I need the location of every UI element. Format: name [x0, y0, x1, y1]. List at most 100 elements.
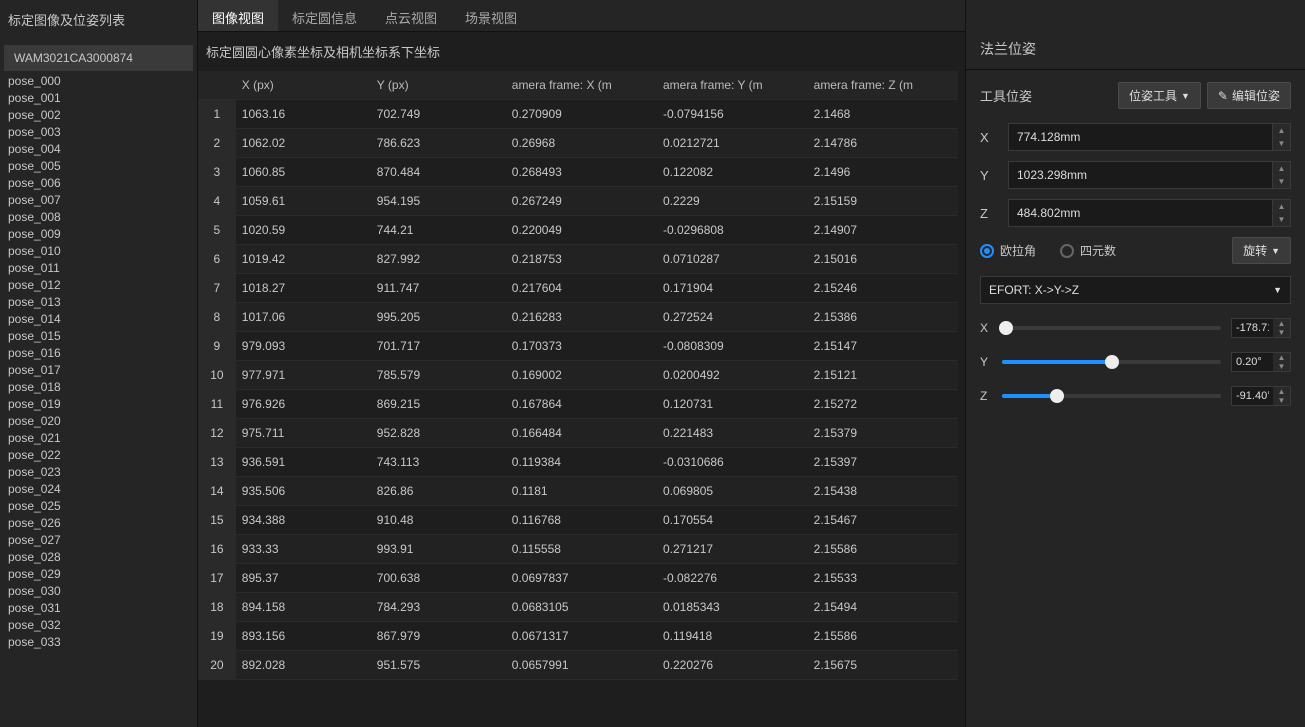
col-header[interactable]: Y (px) [371, 71, 506, 100]
pose-item[interactable]: pose_003 [0, 124, 197, 141]
pose-item[interactable]: pose_032 [0, 617, 197, 634]
col-header[interactable]: amera frame: Y (m [657, 71, 808, 100]
table-row[interactable]: 20892.028951.5750.06579910.2202762.15675 [198, 651, 958, 680]
slider-input-Y[interactable] [1231, 352, 1273, 372]
pose-item[interactable]: pose_012 [0, 277, 197, 294]
table-row[interactable]: 31060.85870.4840.2684930.1220822.1496 [198, 158, 958, 187]
cell: 1020.59 [236, 216, 371, 245]
euler-radio[interactable]: 欧拉角 [980, 242, 1036, 259]
slider-Z[interactable] [1002, 394, 1221, 398]
pose-item[interactable]: pose_027 [0, 532, 197, 549]
table-row[interactable]: 17895.37700.6380.0697837-0.0822762.15533 [198, 564, 958, 593]
tab-3[interactable]: 场景视图 [451, 0, 531, 31]
device-id[interactable]: WAM3021CA3000874 [4, 45, 193, 71]
table-row[interactable]: 21062.02786.6230.269680.02127212.14786 [198, 129, 958, 158]
pose-item[interactable]: pose_016 [0, 345, 197, 362]
pose-item[interactable]: pose_028 [0, 549, 197, 566]
pose-item[interactable]: pose_013 [0, 294, 197, 311]
pose-item[interactable]: pose_009 [0, 226, 197, 243]
table-row[interactable]: 14935.506826.860.11810.0698052.15438 [198, 477, 958, 506]
cell: 2.15586 [808, 535, 958, 564]
table-wrapper[interactable]: X (px)Y (px)amera frame: X (mamera frame… [198, 71, 965, 727]
slider-Y[interactable] [1002, 360, 1221, 364]
pose-item[interactable]: pose_024 [0, 481, 197, 498]
pose-item[interactable]: pose_018 [0, 379, 197, 396]
slider-Y-down[interactable]: ▼ [1273, 362, 1290, 371]
cell: 786.623 [371, 129, 506, 158]
z-up[interactable]: ▲ [1273, 200, 1290, 213]
table-row[interactable]: 61019.42827.9920.2187530.07102872.15016 [198, 245, 958, 274]
slider-Z-down[interactable]: ▼ [1273, 396, 1290, 405]
col-header[interactable]: amera frame: X (m [506, 71, 657, 100]
table-row[interactable]: 12975.711952.8280.1664840.2214832.15379 [198, 419, 958, 448]
cell: 0.217604 [506, 274, 657, 303]
pose-item[interactable]: pose_015 [0, 328, 197, 345]
rotate-button[interactable]: 旋转▼ [1232, 237, 1291, 264]
slider-Y-up[interactable]: ▲ [1273, 353, 1290, 362]
table-row[interactable]: 11976.926869.2150.1678640.1207312.15272 [198, 390, 958, 419]
table-row[interactable]: 16933.33993.910.1155580.2712172.15586 [198, 535, 958, 564]
table-row[interactable]: 15934.388910.480.1167680.1705542.15467 [198, 506, 958, 535]
x-input[interactable]: ▲▼ [1008, 123, 1291, 151]
quaternion-radio[interactable]: 四元数 [1060, 242, 1116, 259]
x-down[interactable]: ▼ [1273, 137, 1290, 150]
col-header[interactable]: amera frame: Z (m [808, 71, 958, 100]
pose-item[interactable]: pose_014 [0, 311, 197, 328]
pose-tool-button[interactable]: 位姿工具▼ [1118, 82, 1201, 109]
pose-item[interactable]: pose_007 [0, 192, 197, 209]
table-row[interactable]: 51020.59744.210.220049-0.02968082.14907 [198, 216, 958, 245]
slider-input-X[interactable] [1231, 318, 1273, 338]
pose-item[interactable]: pose_021 [0, 430, 197, 447]
table-row[interactable]: 41059.61954.1950.2672490.22292.15159 [198, 187, 958, 216]
col-header[interactable] [198, 71, 236, 100]
pose-item[interactable]: pose_025 [0, 498, 197, 515]
pose-item[interactable]: pose_033 [0, 634, 197, 651]
z-down[interactable]: ▼ [1273, 213, 1290, 226]
pose-item[interactable]: pose_002 [0, 107, 197, 124]
col-header[interactable]: X (px) [236, 71, 371, 100]
pose-item[interactable]: pose_030 [0, 583, 197, 600]
pose-item[interactable]: pose_010 [0, 243, 197, 260]
table-row[interactable]: 9979.093701.7170.170373-0.08083092.15147 [198, 332, 958, 361]
table-row[interactable]: 19893.156867.9790.06713170.1194182.15586 [198, 622, 958, 651]
rotation-order-select[interactable]: EFORT: X->Y->Z▼ [980, 276, 1291, 304]
pose-item[interactable]: pose_005 [0, 158, 197, 175]
slider-Z-up[interactable]: ▲ [1273, 387, 1290, 396]
slider-X-down[interactable]: ▼ [1273, 328, 1290, 337]
tab-2[interactable]: 点云视图 [371, 0, 451, 31]
pose-item[interactable]: pose_022 [0, 447, 197, 464]
cell: 993.91 [371, 535, 506, 564]
pose-item[interactable]: pose_020 [0, 413, 197, 430]
cell: 995.205 [371, 303, 506, 332]
pose-item[interactable]: pose_023 [0, 464, 197, 481]
pose-item[interactable]: pose_008 [0, 209, 197, 226]
table-row[interactable]: 11063.16702.7490.270909-0.07941562.1468 [198, 100, 958, 129]
pose-item[interactable]: pose_011 [0, 260, 197, 277]
pose-item[interactable]: pose_001 [0, 90, 197, 107]
table-row[interactable]: 71018.27911.7470.2176040.1719042.15246 [198, 274, 958, 303]
y-input[interactable]: ▲▼ [1008, 161, 1291, 189]
x-label: X [980, 130, 1000, 145]
slider-X[interactable] [1002, 326, 1221, 330]
table-row[interactable]: 13936.591743.1130.119384-0.03106862.1539… [198, 448, 958, 477]
pose-item[interactable]: pose_017 [0, 362, 197, 379]
pose-item[interactable]: pose_019 [0, 396, 197, 413]
table-row[interactable]: 18894.158784.2930.06831050.01853432.1549… [198, 593, 958, 622]
pose-item[interactable]: pose_031 [0, 600, 197, 617]
pose-item[interactable]: pose_004 [0, 141, 197, 158]
edit-pose-button[interactable]: ✎编辑位姿 [1207, 82, 1291, 109]
y-up[interactable]: ▲ [1273, 162, 1290, 175]
z-input[interactable]: ▲▼ [1008, 199, 1291, 227]
table-row[interactable]: 10977.971785.5790.1690020.02004922.15121 [198, 361, 958, 390]
slider-X-up[interactable]: ▲ [1273, 319, 1290, 328]
y-down[interactable]: ▼ [1273, 175, 1290, 188]
tab-0[interactable]: 图像视图 [198, 0, 278, 31]
pose-item[interactable]: pose_000 [0, 73, 197, 90]
table-row[interactable]: 81017.06995.2050.2162830.2725242.15386 [198, 303, 958, 332]
pose-item[interactable]: pose_029 [0, 566, 197, 583]
pose-item[interactable]: pose_006 [0, 175, 197, 192]
tab-1[interactable]: 标定圆信息 [278, 0, 371, 31]
pose-item[interactable]: pose_026 [0, 515, 197, 532]
slider-input-Z[interactable] [1231, 386, 1273, 406]
x-up[interactable]: ▲ [1273, 124, 1290, 137]
